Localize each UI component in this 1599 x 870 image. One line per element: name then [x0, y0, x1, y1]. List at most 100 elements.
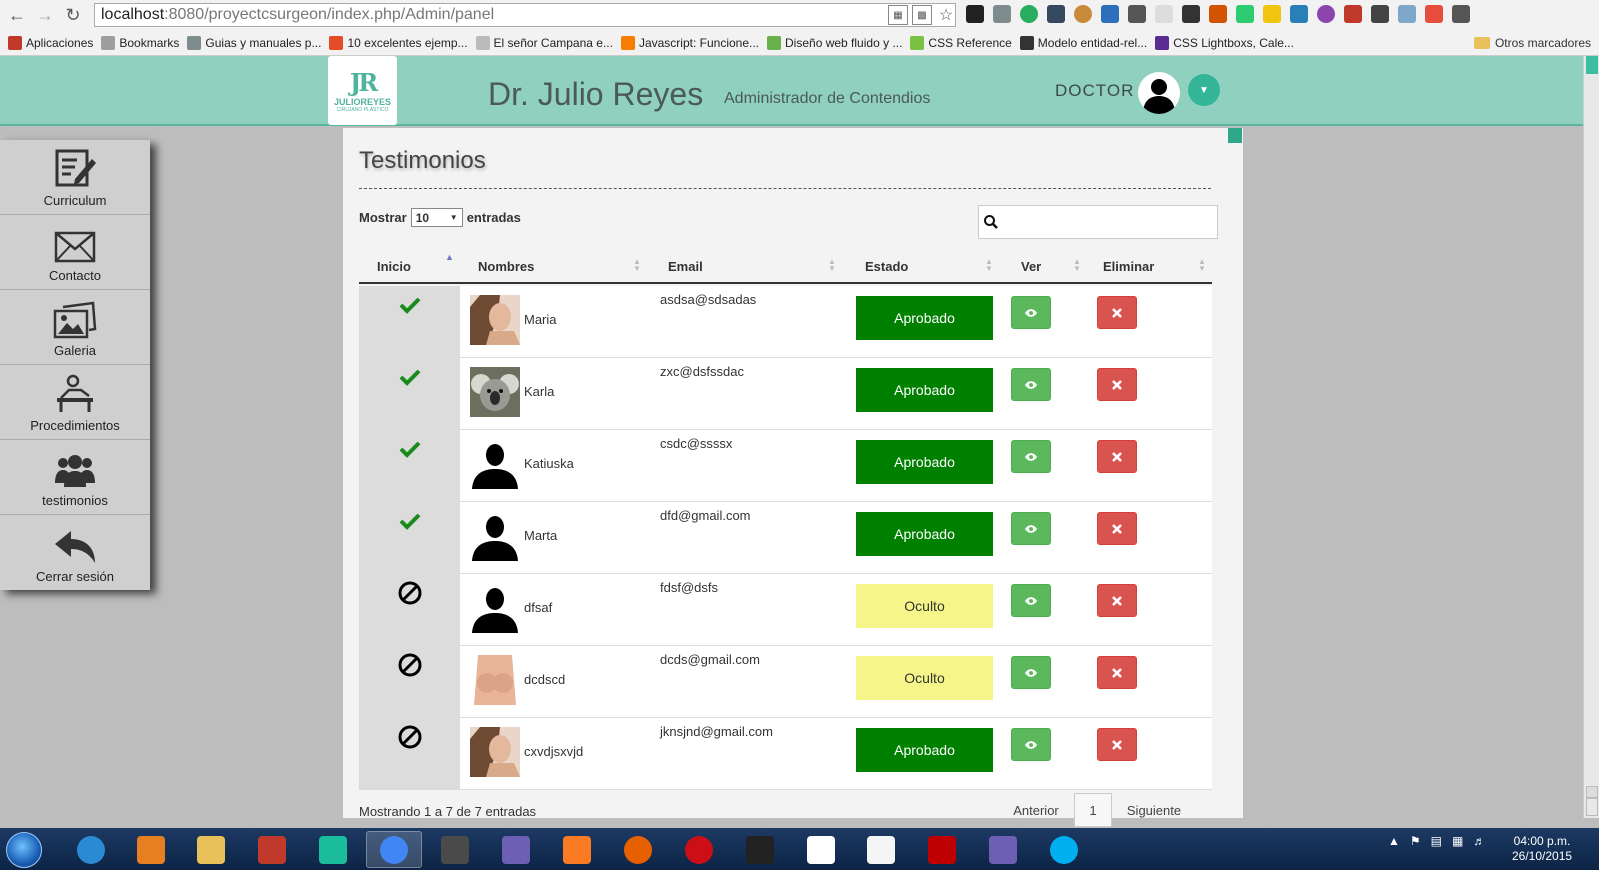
- scroll-up-icon[interactable]: [1586, 56, 1598, 74]
- taskbar-app-firefox[interactable]: [610, 831, 666, 868]
- bookmark-item[interactable]: Bookmarks: [101, 36, 179, 50]
- sidebar-item-galeria[interactable]: Galeria: [0, 290, 150, 365]
- view-button[interactable]: [1011, 728, 1051, 761]
- pagination-page-1[interactable]: 1: [1074, 793, 1112, 827]
- taskbar-app-sublime-text[interactable]: [427, 831, 483, 868]
- view-button[interactable]: [1011, 656, 1051, 689]
- page-action-icon[interactable]: ▦: [888, 5, 908, 25]
- column-header-email[interactable]: Email ▲ ▼: [668, 248, 838, 284]
- page-scrollbar[interactable]: [1583, 56, 1599, 818]
- extension-icon[interactable]: [1182, 5, 1200, 23]
- column-header-estado[interactable]: Estado ▲ ▼: [865, 248, 995, 284]
- usb-icon[interactable]: ▤: [1431, 834, 1442, 848]
- extension-icon[interactable]: [1020, 5, 1038, 23]
- user-menu-button[interactable]: ▼: [1188, 74, 1220, 106]
- extension-icon[interactable]: [1047, 5, 1065, 23]
- check-icon[interactable]: [397, 436, 423, 462]
- status-toggle-button[interactable]: Oculto: [856, 656, 993, 700]
- scrollbar-thumb[interactable]: [1586, 786, 1598, 798]
- menu-icon[interactable]: [1452, 5, 1470, 23]
- bookmark-item[interactable]: El señor Campana e...: [475, 36, 613, 50]
- view-button[interactable]: [1011, 368, 1051, 401]
- bookmark-item[interactable]: Javascript: Funcione...: [620, 36, 759, 50]
- delete-button[interactable]: [1097, 728, 1137, 761]
- column-header-ver[interactable]: Ver ▲ ▼: [1021, 248, 1083, 284]
- check-icon[interactable]: [397, 508, 423, 534]
- view-button[interactable]: [1011, 296, 1051, 329]
- sidebar-item-cerrar-sesion[interactable]: Cerrar sesión: [0, 515, 150, 590]
- taskbar-app-notepad[interactable]: [853, 831, 909, 868]
- star-icon[interactable]: ☆: [936, 5, 956, 25]
- extension-icon[interactable]: [1074, 5, 1092, 23]
- delete-button[interactable]: [1097, 584, 1137, 617]
- taskbar-app-7zip[interactable]: [732, 831, 788, 868]
- logo[interactable]: JR JULIOREYES CIRUJANO PLÁSTICO: [328, 56, 397, 125]
- scroll-down-icon[interactable]: [1586, 798, 1598, 816]
- sidebar-item-testimonios[interactable]: testimonios: [0, 440, 150, 515]
- bookmark-item[interactable]: CSS Lightboxs, Cale...: [1155, 36, 1294, 50]
- extension-icon[interactable]: [1344, 5, 1362, 23]
- taskbar-app-paint[interactable]: [305, 831, 361, 868]
- extension-icon[interactable]: [1101, 5, 1119, 23]
- view-button[interactable]: [1011, 512, 1051, 545]
- other-bookmarks[interactable]: Otros marcadores: [1473, 30, 1591, 56]
- status-toggle-button[interactable]: Aprobado: [856, 368, 993, 412]
- delete-button[interactable]: [1097, 656, 1137, 689]
- length-select[interactable]: 10 ▼: [410, 208, 463, 227]
- extension-icon[interactable]: [966, 5, 984, 23]
- taskbar-app-skype[interactable]: [1036, 831, 1092, 868]
- extension-icon[interactable]: [1155, 5, 1173, 23]
- pagination-next[interactable]: Siguiente: [1118, 803, 1190, 818]
- ban-icon[interactable]: [397, 652, 423, 678]
- search-field[interactable]: [978, 205, 1218, 239]
- extension-icon[interactable]: ▩: [912, 5, 932, 25]
- view-button[interactable]: [1011, 584, 1051, 617]
- taskbar-app-git-gui-2[interactable]: [975, 831, 1031, 868]
- status-toggle-button[interactable]: Oculto: [856, 584, 993, 628]
- check-icon[interactable]: [397, 292, 423, 318]
- pagination-previous[interactable]: Anterior: [1004, 803, 1068, 818]
- bookmark-item[interactable]: CSS Reference: [910, 36, 1012, 50]
- taskbar-app-opera[interactable]: [671, 831, 727, 868]
- column-header-nombres[interactable]: Nombres ▲ ▼: [478, 248, 648, 284]
- delete-button[interactable]: [1097, 512, 1137, 545]
- delete-button[interactable]: [1097, 296, 1137, 329]
- taskbar-app-snipping-tool[interactable]: [244, 831, 300, 868]
- extension-icon[interactable]: [993, 5, 1011, 23]
- clock[interactable]: 04:00 p.m. 26/10/2015: [1512, 834, 1572, 864]
- start-button[interactable]: [6, 832, 42, 868]
- bookmark-item[interactable]: Aplicaciones: [8, 36, 93, 50]
- extension-icon[interactable]: [1209, 5, 1227, 23]
- volume-icon[interactable]: ♬: [1473, 834, 1485, 848]
- column-header-inicio[interactable]: Inicio ▲: [377, 248, 467, 284]
- extension-icon[interactable]: [1371, 5, 1389, 23]
- taskbar-app-git-gui[interactable]: [488, 831, 544, 868]
- extension-icon[interactable]: [1128, 5, 1146, 23]
- ban-icon[interactable]: [397, 724, 423, 750]
- bookmark-item[interactable]: Modelo entidad-rel...: [1019, 36, 1147, 50]
- status-toggle-button[interactable]: Aprobado: [856, 728, 993, 772]
- address-bar[interactable]: localhost:8080/proyectcsurgeon/index.php…: [94, 3, 956, 27]
- bookmark-item[interactable]: Diseño web fluido y ...: [767, 36, 902, 50]
- taskbar-app-chrome[interactable]: [366, 831, 422, 868]
- sidebar-item-contacto[interactable]: Contacto: [0, 215, 150, 290]
- search-input[interactable]: [1003, 209, 1208, 235]
- network-icon[interactable]: ▦: [1452, 834, 1463, 848]
- taskbar-app-filezilla[interactable]: [914, 831, 970, 868]
- extension-icon[interactable]: [1263, 5, 1281, 23]
- taskbar-app-internet-explorer[interactable]: [63, 831, 119, 868]
- sidebar-item-procedimientos[interactable]: Procedimientos: [0, 365, 150, 440]
- back-icon[interactable]: ←: [6, 4, 28, 26]
- extension-icon[interactable]: [1290, 5, 1308, 23]
- reload-icon[interactable]: ↻: [62, 4, 84, 26]
- status-toggle-button[interactable]: Aprobado: [856, 512, 993, 556]
- extension-icon[interactable]: [1236, 5, 1254, 23]
- extension-icon[interactable]: [1398, 5, 1416, 23]
- forward-icon[interactable]: →: [34, 4, 56, 26]
- sidebar-item-curriculum[interactable]: Curriculum: [0, 140, 150, 215]
- bookmark-item[interactable]: 10 excelentes ejemp...: [329, 36, 468, 50]
- ban-icon[interactable]: [397, 580, 423, 606]
- delete-button[interactable]: [1097, 368, 1137, 401]
- taskbar-app-media-player[interactable]: [123, 831, 179, 868]
- status-toggle-button[interactable]: Aprobado: [856, 296, 993, 340]
